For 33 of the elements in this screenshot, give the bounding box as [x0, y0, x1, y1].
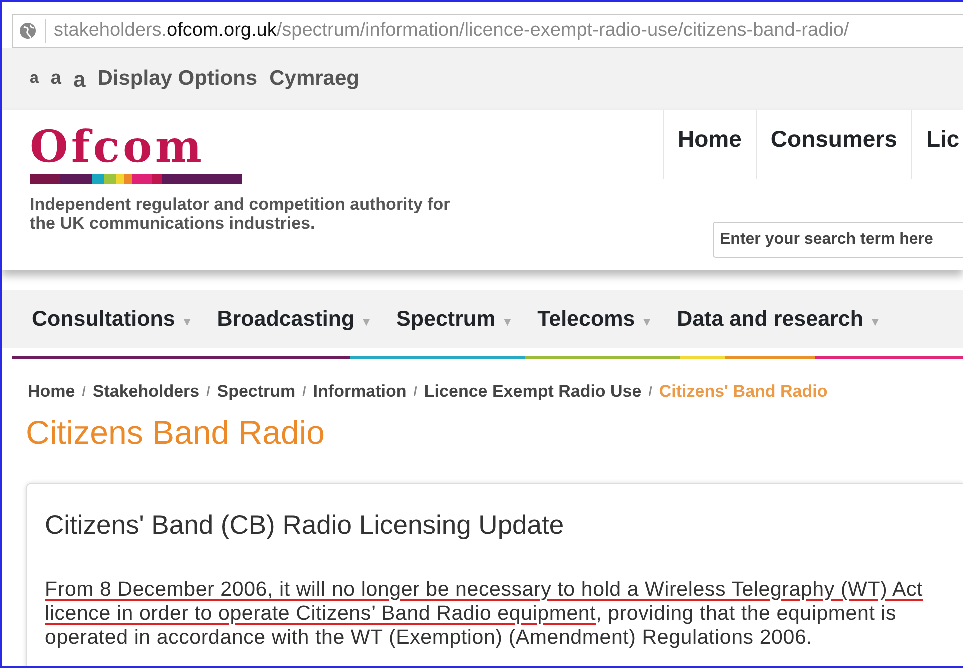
- tagline: Independent regulator and competition authority for the UK communications industries.: [30, 196, 452, 234]
- menu-item[interactable]: Telecoms ▼: [526, 302, 666, 336]
- article-paragraph: From 8 December 2006, it will no longer be necessary to hold a Wireless Telegraphy (WT) Act licence in order to operate Citizens’ Band Radio equipment, providing that the equipment is operated in accordance with the WT (Exemption) (Amendment) Regulations 2006.: [45, 578, 924, 650]
- menu-item[interactable]: Broadcasting ▼: [205, 302, 385, 336]
- address-bar[interactable]: stakeholders.ofcom.org.uk/spectrum/information/licence-exempt-radio-use/citizens-band-radio/: [12, 14, 963, 48]
- nav-link[interactable]: Home: [663, 110, 756, 178]
- breadcrumb-separator: /: [206, 383, 210, 401]
- breadcrumb-link[interactable]: Home: [28, 379, 76, 404]
- menu-item[interactable]: Consultations ▼: [20, 302, 206, 336]
- breadcrumb-separator: /: [648, 383, 652, 401]
- page-title: Citizens Band Radio: [26, 414, 326, 451]
- breadcrumb-link[interactable]: Information: [313, 379, 407, 404]
- search-field[interactable]: Enter your search term here: [713, 222, 963, 258]
- text-size-link[interactable]: a: [50, 64, 62, 94]
- breadcrumb-link[interactable]: Stakeholders: [92, 379, 200, 404]
- ofcom-logo[interactable]: Ofcom: [30, 126, 460, 170]
- globe-icon: [19, 22, 37, 40]
- utility-link[interactable]: Display Options: [98, 63, 258, 95]
- breadcrumb-separator: /: [414, 383, 418, 401]
- nav-link[interactable]: Consumers: [756, 110, 912, 178]
- article-heading: Citizens' Band (CB) Radio Licensing Update: [45, 510, 566, 542]
- breadcrumb-separator: /: [302, 383, 306, 401]
- breadcrumb-link[interactable]: Spectrum: [217, 379, 296, 404]
- utility-link[interactable]: Cymraeg: [270, 63, 360, 95]
- nav-link[interactable]: Lic: [911, 110, 963, 178]
- color-bar-icon: [30, 174, 242, 184]
- url-text: stakeholders.ofcom.org.uk/spectrum/information/licence-exempt-radio-use/citizens-band-radio/: [54, 18, 850, 43]
- menu-item[interactable]: Data and research ▼: [665, 302, 894, 336]
- menu-item[interactable]: Spectrum ▼: [384, 302, 526, 336]
- text-size-link[interactable]: a: [73, 62, 86, 96]
- text-size-link[interactable]: a: [30, 67, 39, 91]
- breadcrumb-link[interactable]: Licence Exempt Radio Use: [424, 379, 642, 404]
- breadcrumb-separator: /: [82, 383, 86, 401]
